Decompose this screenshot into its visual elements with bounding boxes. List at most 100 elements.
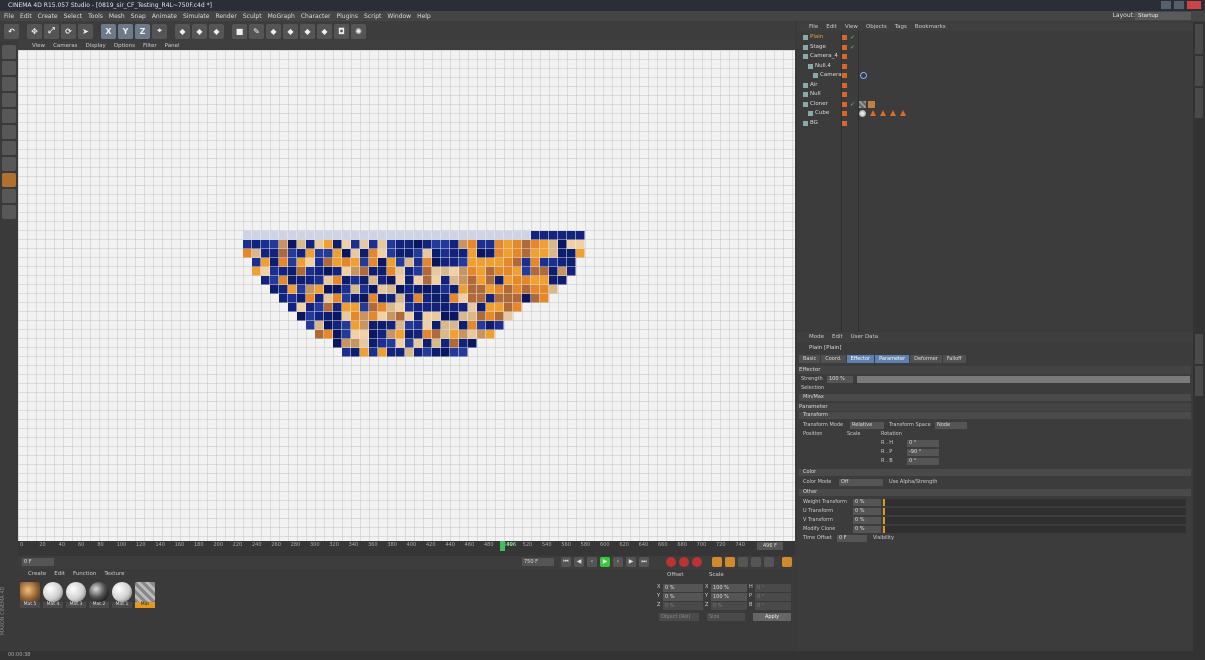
scale-field[interactable]: 100 % [711,593,747,601]
material-swatch[interactable]: Mat.1 [112,582,132,608]
rotation-field[interactable]: 0 ° [755,602,791,610]
scale-checkbox-label[interactable]: Scale [847,430,860,438]
object-name[interactable]: Camera_4 [810,52,838,61]
warning-tag-icon[interactable] [890,110,896,116]
transform-group[interactable]: Transform [799,412,1191,419]
coord-system-icon[interactable]: ⌖ [152,23,167,39]
tab-effector[interactable]: Effector [846,355,875,363]
use-alpha-checkbox-label[interactable]: Use Alpha/Strength [889,478,937,486]
coordinate-mode-select[interactable]: Object (Rel) [659,613,699,621]
strength-field[interactable]: 100 % [827,376,853,383]
3d-viewport[interactable] [18,50,795,541]
viewport-menu-filter[interactable]: Filter [143,43,157,49]
prev-frame-icon[interactable]: ‹ [587,557,597,567]
camera-icon[interactable]: ◘ [334,23,349,39]
strength-slider[interactable] [857,376,1190,383]
minimize-button[interactable] [1161,1,1171,9]
light-icon[interactable]: ✺ [351,23,366,39]
tab-attributes[interactable] [1195,334,1203,364]
other-group[interactable]: Other [799,489,1191,496]
viewport-menu-display[interactable]: Display [86,43,106,49]
modify-clone-field[interactable]: 0 % [853,526,881,533]
axis-mode-icon[interactable] [2,141,16,155]
object-mode-icon[interactable] [2,61,16,75]
material-menu-edit[interactable]: Edit [54,571,65,577]
attribute-menu-mode[interactable]: Mode [809,334,824,340]
z-axis-icon[interactable]: Z [135,23,150,39]
modify-clone-slider[interactable] [883,526,1186,533]
layout-select[interactable]: Startup [1135,12,1191,20]
key-pla-icon[interactable] [764,557,774,567]
rotate-icon[interactable]: ⟳ [61,23,76,39]
v-transform-slider[interactable] [883,517,1186,524]
menu-tools[interactable]: Tools [88,13,103,20]
workplane-icon[interactable] [2,189,16,203]
object-row[interactable]: Cloner ✓ [797,100,1193,109]
menu-select[interactable]: Select [64,13,83,20]
object-menu-tags[interactable]: Tags [895,24,907,30]
rotation-p-field[interactable]: -90 ° [907,449,939,456]
keyframe-selection-icon[interactable] [692,557,702,567]
mograph-tag-icon[interactable] [859,100,866,108]
timeline-layout-icon[interactable] [782,557,792,567]
material-menu-texture[interactable]: Texture [104,571,124,577]
object-name[interactable]: Air [810,81,818,90]
floor-icon[interactable]: ◆ [317,23,332,39]
enabled-check-icon[interactable]: ✓ [850,100,855,109]
attribute-menu-user-data[interactable]: User Data [851,334,878,340]
rotation-h-field[interactable]: 0 ° [907,440,939,447]
points-mode-icon[interactable] [2,93,16,107]
weight-transform-slider[interactable] [883,499,1186,506]
position-checkbox-label[interactable]: Position [803,430,822,438]
menu-edit[interactable]: Edit [20,13,32,20]
tab-basic[interactable]: Basic [799,355,821,363]
object-menu-objects[interactable]: Objects [866,24,887,30]
edit-render-settings-icon[interactable]: ◆ [209,23,224,39]
object-menu-file[interactable]: File [809,24,818,30]
object-row[interactable]: Stage ✓ [797,43,1193,52]
warning-tag-icon[interactable] [880,110,886,116]
timeline-ruler[interactable]: 496 F 0 20 40 60 80 100 120 140 160 180 200 220 240 2… [18,541,795,556]
polygons-mode-icon[interactable] [2,125,16,139]
time-offset-field[interactable]: 0 F [837,535,867,542]
object-row[interactable]: BG [797,119,1193,128]
object-row[interactable]: Cube [797,109,1193,118]
menu-help[interactable]: Help [417,13,431,20]
scale-field[interactable]: 100 % [711,584,747,592]
pen-icon[interactable]: ✎ [249,23,264,39]
size-mode-select[interactable]: Size [707,613,745,621]
key-rotation-icon[interactable] [738,557,748,567]
timeline-playhead[interactable] [500,541,506,551]
object-row[interactable]: Camera [797,71,1193,80]
record-keys-icon[interactable] [666,557,676,567]
autokey-icon[interactable] [679,557,689,567]
offset-field[interactable]: 0 % [663,584,703,592]
material-swatch[interactable]: Mat.3 [66,582,86,608]
warning-tag-icon[interactable] [870,110,876,116]
object-name[interactable]: Null.4 [815,62,831,71]
cube-icon[interactable]: ■ [232,23,247,39]
material-swatch[interactable]: Mat.4 [43,582,63,608]
menu-render[interactable]: Render [215,13,236,20]
object-row[interactable]: Plain ✓ [797,33,1193,42]
transform-mode-select[interactable]: Relative [850,422,884,429]
viewport-menu-options[interactable]: Options [114,43,135,49]
object-row[interactable]: Camera_4 [797,52,1193,61]
undo-icon[interactable]: ↶ [4,23,19,39]
material-menu-function[interactable]: Function [73,571,96,577]
menu-create[interactable]: Create [38,13,58,20]
enabled-check-icon[interactable]: ✓ [850,33,855,42]
object-menu-view[interactable]: View [845,24,858,30]
tweak-mode-icon[interactable] [2,157,16,171]
object-name[interactable]: BG [810,119,818,128]
menu-file[interactable]: File [4,13,14,20]
snap-icon[interactable] [2,173,16,187]
color-group[interactable]: Color [799,469,1191,476]
x-axis-icon[interactable]: X [101,23,116,39]
object-menu-edit[interactable]: Edit [826,24,837,30]
tab-layers[interactable] [1195,366,1203,396]
object-name[interactable]: Cloner [810,100,828,109]
viewport-menu-panel[interactable]: Panel [165,43,180,49]
object-name[interactable]: Null [810,90,821,99]
start-frame-field[interactable]: 0 F [22,558,54,566]
